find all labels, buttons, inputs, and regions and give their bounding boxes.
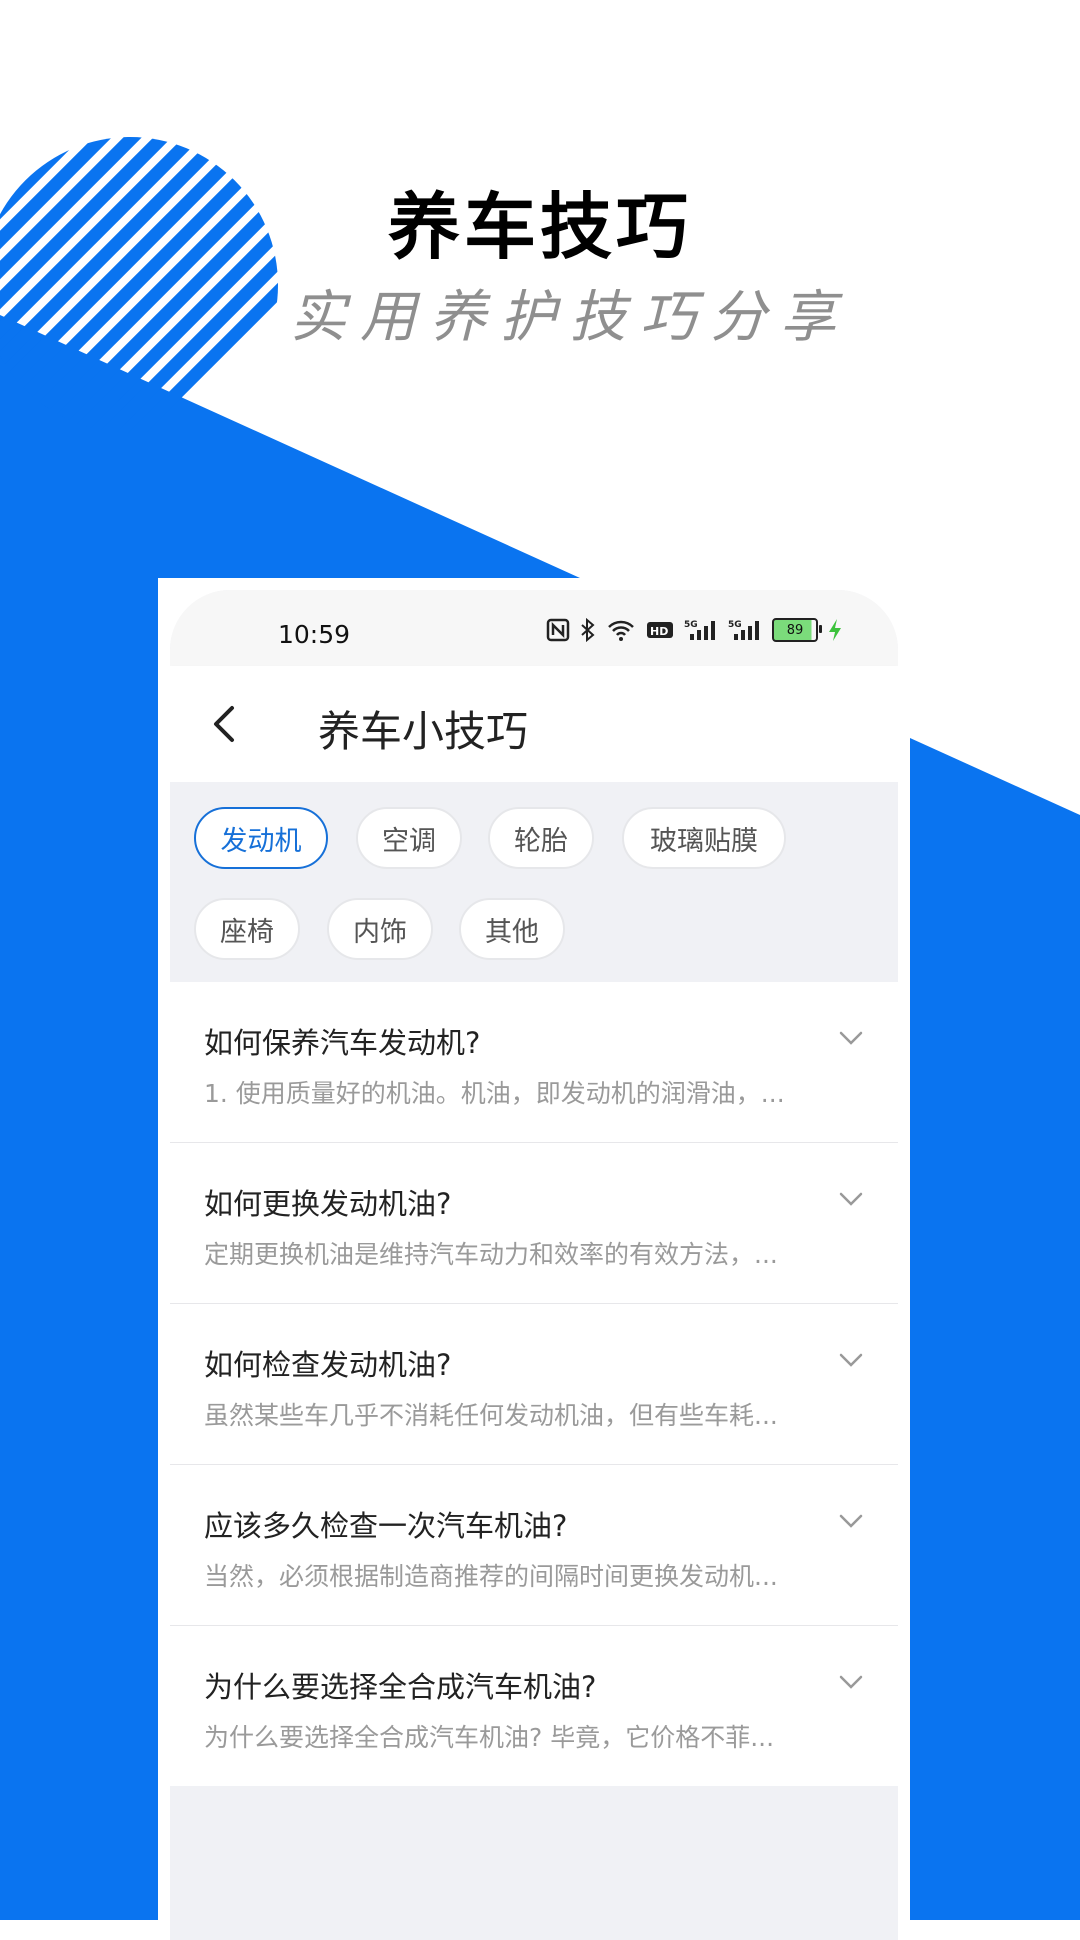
chevron-down-icon[interactable] [838,1189,864,1209]
chip-label: 玻璃贴膜 [650,825,758,857]
chevron-down-icon[interactable] [838,1028,864,1048]
chip-label: 空调 [382,825,436,857]
faq-question: 如何检查发动机油? [204,1348,452,1382]
faq-answer-preview: 为什么要选择全合成汽车机油? 毕竟，它价格不菲... [204,1723,775,1752]
chip-engine[interactable]: 发动机 [194,807,328,869]
chevron-down-icon[interactable] [838,1672,864,1692]
chip-other[interactable]: 其他 [459,898,565,960]
page-title: 养车小技巧 [318,707,529,756]
faq-question: 如何保养汽车发动机? [204,1026,481,1060]
list-item[interactable]: 为什么要选择全合成汽车机油? 为什么要选择全合成汽车机油? 毕竟，它价格不菲..… [170,1626,898,1786]
faq-answer-preview: 1. 使用质量好的机油。机油，即发动机的润滑油，... [204,1079,785,1108]
faq-question: 如何更换发动机油? [204,1187,452,1221]
phone-frame: 10:59 HD 5G 5G 89 养车小技巧 发动机 空调 轮胎 玻璃贴膜 座… [158,580,910,1940]
svg-text:HD: HD [650,625,668,638]
chip-label: 其他 [485,916,539,948]
nfc-icon [546,618,570,642]
list-item[interactable]: 如何更换发动机油? 定期更换机油是维持汽车动力和效率的有效方法，... [170,1143,898,1304]
chip-air-conditioning[interactable]: 空调 [356,807,462,869]
faq-question: 应该多久检查一次汽车机油? [204,1509,568,1543]
status-bar: 10:59 HD 5G 5G 89 [170,590,898,666]
svg-text:5G: 5G [684,620,698,630]
category-chips: 发动机 空调 轮胎 玻璃贴膜 座椅 内饰 其他 [170,782,898,982]
list-item[interactable]: 如何检查发动机油? 虽然某些车几乎不消耗任何发动机油，但有些车耗... [170,1304,898,1465]
faq-question: 为什么要选择全合成汽车机油? [204,1670,597,1704]
chevron-down-icon[interactable] [838,1511,864,1531]
battery-level: 89 [786,622,804,638]
bluetooth-icon [580,618,596,642]
chevron-down-icon[interactable] [838,1350,864,1370]
status-time: 10:59 [278,620,351,649]
faq-answer-preview: 虽然某些车几乎不消耗任何发动机油，但有些车耗... [204,1401,778,1430]
charging-icon [828,618,842,642]
chip-tires[interactable]: 轮胎 [488,807,594,869]
faq-answer-preview: 当然，必须根据制造商推荐的间隔时间更换发动机... [204,1562,778,1591]
chip-interior[interactable]: 内饰 [327,898,433,960]
chip-label: 座椅 [220,916,274,948]
back-arrow-icon[interactable] [204,702,248,746]
wifi-icon [606,618,636,642]
list-item[interactable]: 如何保养汽车发动机? 1. 使用质量好的机油。机油，即发动机的润滑油，... [170,982,898,1143]
hd-icon: HD [646,619,674,641]
app-bar: 养车小技巧 [170,666,898,782]
chip-label: 发动机 [220,825,302,857]
status-icons: HD 5G 5G 89 [546,618,842,642]
list-item[interactable]: 应该多久检查一次汽车机油? 当然，必须根据制造商推荐的间隔时间更换发动机... [170,1465,898,1626]
faq-answer-preview: 定期更换机油是维持汽车动力和效率的有效方法，... [204,1240,778,1269]
svg-text:5G: 5G [728,620,742,630]
phone-screen: 10:59 HD 5G 5G 89 养车小技巧 发动机 空调 轮胎 玻璃贴膜 座… [170,590,898,1940]
chip-label: 内饰 [353,916,407,948]
faq-list: 如何保养汽车发动机? 1. 使用质量好的机油。机油，即发动机的润滑油，... 如… [170,982,898,1786]
chip-label: 轮胎 [514,825,568,857]
chip-glass-film[interactable]: 玻璃贴膜 [622,807,786,869]
battery-indicator: 89 [772,618,822,642]
signal-5g-icon: 5G [684,618,718,642]
chip-seats[interactable]: 座椅 [194,898,300,960]
promo-title: 养车技巧 [387,185,692,269]
promo-subtitle: 实用养护技巧分享 [290,285,850,350]
signal-5g-icon-2: 5G [728,618,762,642]
